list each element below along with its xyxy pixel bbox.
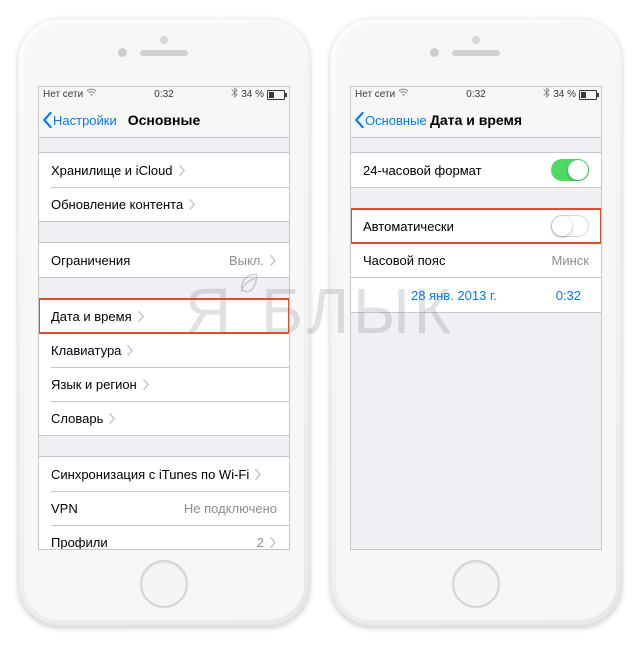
group-auto-tz: Автоматически Часовой пояс Минск 28 янв.… — [351, 208, 601, 313]
settings-row[interactable]: Обновление контента — [39, 187, 289, 221]
chevron-right-icon — [270, 255, 277, 266]
row-detail: Не подключено — [184, 501, 277, 516]
picked-time: 0:32 — [556, 288, 581, 303]
row-label: Синхронизация с iTunes по Wi-Fi — [51, 467, 249, 482]
row-label: Автоматически — [363, 219, 454, 234]
group-24h: 24-часовой формат — [351, 152, 601, 188]
nav-header: Основные Дата и время — [351, 103, 601, 138]
row-label: Ограничения — [51, 253, 130, 268]
chevron-right-icon — [138, 311, 145, 322]
page-title: Дата и время — [351, 112, 601, 128]
row-label: 24-часовой формат — [363, 163, 482, 178]
row-24h-format[interactable]: 24-часовой формат — [351, 153, 601, 187]
row-label: Дата и время — [51, 309, 132, 324]
group-date-keyboard: Дата и время Клавиатура Язык и регион Слова… — [39, 298, 289, 436]
settings-row[interactable]: Ограничения Выкл. — [39, 243, 289, 277]
chevron-right-icon — [270, 537, 277, 548]
row-automatic[interactable]: Автоматически — [351, 209, 601, 243]
settings-row[interactable]: Дата и время — [39, 299, 289, 333]
switch-automatic[interactable] — [551, 215, 589, 237]
row-label: Часовой пояс — [363, 253, 445, 268]
row-label: Клавиатура — [51, 343, 121, 358]
chevron-right-icon — [127, 345, 134, 356]
row-label: Словарь — [51, 411, 103, 426]
settings-row[interactable]: Профили 2 — [39, 525, 289, 550]
battery-icon — [267, 90, 285, 100]
status-bar: Нет сети 0:32 34 % — [351, 87, 601, 103]
switch-24h[interactable] — [551, 159, 589, 181]
chevron-right-icon — [189, 199, 196, 210]
chevron-right-icon — [179, 165, 186, 176]
settings-row[interactable]: Клавиатура — [39, 333, 289, 367]
chevron-right-icon — [255, 469, 262, 480]
row-detail: 2 — [257, 535, 264, 550]
row-label: Хранилище и iCloud — [51, 163, 173, 178]
nav-header: Настройки Основные — [39, 103, 289, 138]
settings-row[interactable]: Язык и регион — [39, 367, 289, 401]
screenshot-stage: Нет сети 0:32 34 % — [0, 0, 640, 650]
row-label: VPN — [51, 501, 78, 516]
status-bar: Нет сети 0:32 34 % — [39, 87, 289, 103]
chevron-right-icon — [109, 413, 116, 424]
settings-row[interactable]: Синхронизация с iTunes по Wi-Fi — [39, 457, 289, 491]
settings-row[interactable]: VPN Не подключено — [39, 491, 289, 525]
group-sync: Синхронизация с iTunes по Wi-Fi VPN Не под… — [39, 456, 289, 550]
row-timezone[interactable]: Часовой пояс Минск — [351, 243, 601, 277]
group-storage: Хранилище и iCloud Обновление контента — [39, 152, 289, 222]
iphone-frame-right: Нет сети 0:32 34 % — [330, 18, 622, 626]
status-time: 0:32 — [351, 87, 601, 103]
iphone-frame-left: Нет сети 0:32 34 % — [18, 18, 310, 626]
row-label: Профили — [51, 535, 108, 550]
page-title: Основные — [39, 112, 289, 128]
battery-icon — [579, 90, 597, 100]
settings-row[interactable]: Словарь — [39, 401, 289, 435]
row-detail: Минск — [552, 253, 589, 268]
row-datetime-picker[interactable]: 28 янв. 2013 г. 0:32 — [351, 277, 601, 312]
home-button[interactable] — [452, 560, 500, 608]
picked-date: 28 янв. 2013 г. — [411, 288, 497, 303]
settings-row[interactable]: Хранилище и iCloud — [39, 153, 289, 187]
screen-general-settings: Нет сети 0:32 34 % — [38, 86, 290, 550]
row-label: Язык и регион — [51, 377, 137, 392]
chevron-right-icon — [143, 379, 150, 390]
group-restrictions: Ограничения Выкл. — [39, 242, 289, 278]
row-detail: Выкл. — [229, 253, 264, 268]
row-label: Обновление контента — [51, 197, 183, 212]
screen-date-time: Нет сети 0:32 34 % — [350, 86, 602, 550]
home-button[interactable] — [140, 560, 188, 608]
status-time: 0:32 — [39, 87, 289, 103]
